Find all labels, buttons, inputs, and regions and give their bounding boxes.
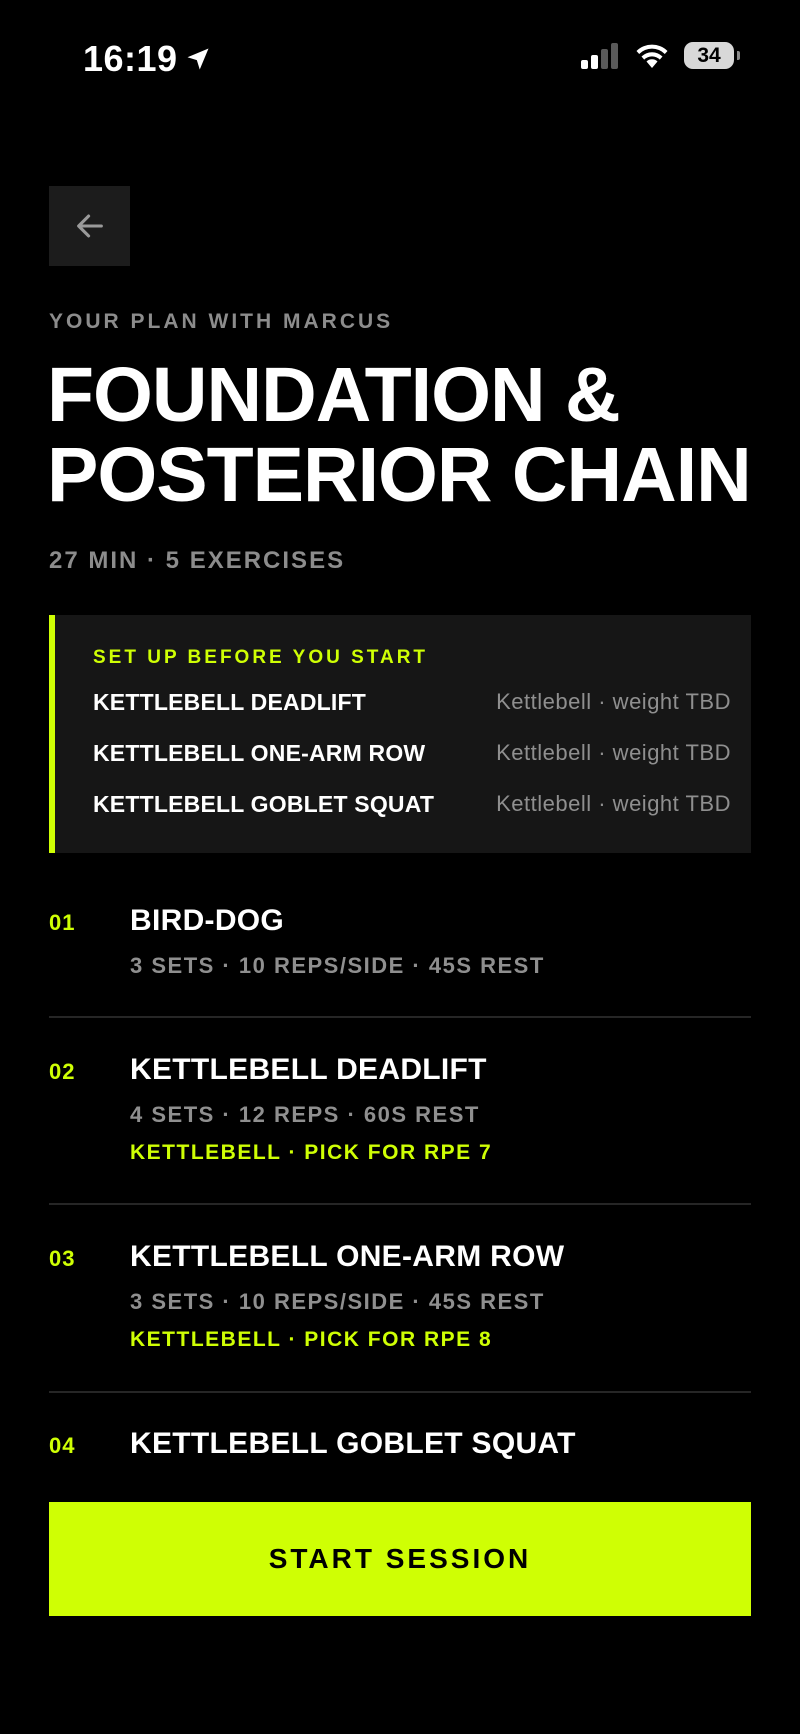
status-bar: 16:19 34 (0, 0, 800, 118)
exercise-detail: 3 SETS · 10 REPS/SIDE · 45S REST (130, 1289, 545, 1314)
start-session-button[interactable]: START SESSION (49, 1502, 751, 1616)
exercise-name: KETTLEBELL GOBLET SQUAT (130, 1427, 576, 1460)
exercise-number: 04 (49, 1433, 76, 1458)
page-title-line-2: POSTERIOR CHAIN (47, 432, 752, 518)
setup-item-name: KETTLEBELL GOBLET SQUAT (93, 791, 435, 817)
status-time-label: 16:19 (83, 38, 178, 79)
setup-item-equipment: Kettlebell · weight TBD (496, 791, 731, 816)
status-icons: 34 (580, 42, 740, 69)
battery-level: 34 (697, 43, 721, 67)
page-title-line-1: FOUNDATION & (47, 352, 621, 438)
back-button[interactable] (49, 186, 130, 266)
exercise-number: 03 (49, 1246, 76, 1271)
cellular-signal-icon (581, 42, 618, 69)
setup-item-equipment: Kettlebell · weight TBD (496, 740, 731, 765)
page-title: FOUNDATION & POSTERIOR CHAIN (47, 355, 767, 515)
exercise-equipment: KETTLEBELL · PICK FOR RPE 7 (130, 1141, 493, 1164)
exercise-item[interactable]: 04 KETTLEBELL GOBLET SQUAT (49, 1427, 751, 1493)
setup-item: KETTLEBELL GOBLET SQUAT Kettlebell · wei… (93, 791, 731, 821)
setup-item: KETTLEBELL ONE-ARM ROW Kettlebell · weig… (93, 740, 731, 770)
exercise-detail: 4 SETS · 12 REPS · 60S REST (130, 1102, 480, 1127)
setup-heading: SET UP BEFORE YOU START (93, 647, 429, 668)
exercise-item[interactable]: 01 BIRD-DOG 3 SETS · 10 REPS/SIDE · 45S … (49, 904, 751, 1018)
exercise-number: 02 (49, 1059, 76, 1084)
exercise-equipment: KETTLEBELL · PICK FOR RPE 8 (130, 1328, 493, 1351)
setup-item-name: KETTLEBELL DEADLIFT (93, 689, 366, 715)
setup-item-equipment: Kettlebell · weight TBD (496, 689, 731, 714)
setup-card: SET UP BEFORE YOU START KETTLEBELL DEADL… (49, 615, 751, 853)
exercise-number: 01 (49, 910, 76, 935)
session-meta: 27 MIN · 5 EXERCISES (49, 547, 346, 574)
arrow-left-icon (76, 214, 103, 238)
setup-item: KETTLEBELL DEADLIFT Kettlebell · weight … (93, 689, 731, 719)
battery-icon: 34 (684, 42, 740, 69)
exercise-name: BIRD-DOG (130, 904, 285, 937)
wifi-icon (636, 44, 668, 68)
location-arrow-icon (187, 48, 209, 70)
exercise-detail: 3 SETS · 10 REPS/SIDE · 45S REST (130, 953, 545, 978)
exercise-item[interactable]: 03 KETTLEBELL ONE-ARM ROW 3 SETS · 10 RE… (49, 1240, 751, 1393)
exercise-name: KETTLEBELL DEADLIFT (130, 1053, 487, 1086)
exercise-item[interactable]: 02 KETTLEBELL DEADLIFT 4 SETS · 12 REPS … (49, 1053, 751, 1205)
exercise-name: KETTLEBELL ONE-ARM ROW (130, 1240, 565, 1273)
status-time: 16:19 (83, 38, 212, 80)
setup-item-name: KETTLEBELL ONE-ARM ROW (93, 740, 426, 766)
plan-eyebrow: YOUR PLAN WITH MARCUS (49, 310, 394, 333)
